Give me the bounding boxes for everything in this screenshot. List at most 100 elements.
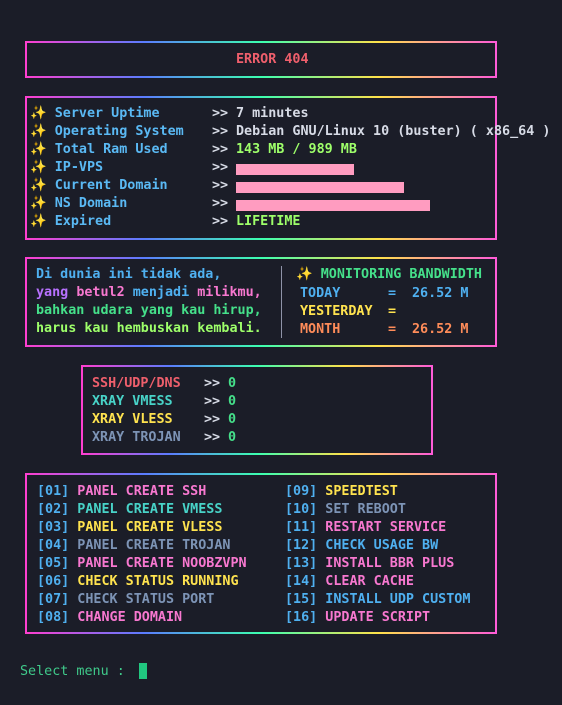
- sysinfo-arrow: >>: [212, 160, 229, 175]
- bandwidth-label: YESTERDAY: [300, 304, 373, 319]
- sysinfo-row: ✨ Operating System: [30, 124, 184, 139]
- sysinfo-arrow: >>: [212, 142, 229, 157]
- sysinfo-value: 7 minutes: [236, 106, 309, 121]
- quote-line: yang betul2 menjadi milikmu,: [36, 285, 262, 300]
- menu-item[interactable]: [01] PANEL CREATE SSH: [37, 484, 206, 499]
- menu-item[interactable]: [11] RESTART SERVICE: [285, 520, 446, 535]
- account-count: 0: [228, 430, 237, 445]
- menu-item-label: CHECK STATUS RUNNING: [69, 574, 239, 589]
- menu-item-label: PANEL CREATE NOOBZVPN: [69, 556, 247, 571]
- sysinfo-arrow: >>: [212, 178, 229, 193]
- bandwidth-eq: =: [388, 286, 397, 301]
- bandwidth-eq: =: [388, 322, 397, 337]
- bandwidth-title: ✨ MONITORING BANDWIDTH: [296, 267, 482, 282]
- redacted-value: [236, 164, 354, 175]
- quote-part: menjadi: [124, 285, 198, 300]
- menu-item[interactable]: [05] PANEL CREATE NOOBZVPN: [37, 556, 247, 571]
- sysinfo-label: Total Ram Used: [46, 142, 168, 157]
- menu-item-label: CHECK USAGE BW: [317, 538, 439, 553]
- bandwidth-value: 26.52 M: [412, 322, 469, 337]
- account-arrow: >>: [204, 376, 221, 391]
- menu-item-label: RESTART SERVICE: [317, 520, 447, 535]
- sysinfo-row: ✨ Expired: [30, 214, 111, 229]
- sysinfo-label: NS Domain: [46, 196, 128, 211]
- bandwidth-eq: =: [388, 304, 397, 319]
- account-arrow: >>: [204, 430, 221, 445]
- quote-line: Di dunia ini tidak ada,: [36, 267, 222, 282]
- sysinfo-row: ✨ Total Ram Used: [30, 142, 168, 157]
- menu-item[interactable]: [15] INSTALL UDP CUSTOM: [285, 592, 470, 607]
- page-title: ERROR 404: [236, 52, 309, 67]
- menu-item[interactable]: [02] PANEL CREATE VMESS: [37, 502, 222, 517]
- menu-item-label: INSTALL BBR PLUS: [317, 556, 455, 571]
- menu-item[interactable]: [06] CHECK STATUS RUNNING: [37, 574, 239, 589]
- menu-item[interactable]: [16] UPDATE SCRIPT: [285, 610, 430, 625]
- account-count: 0: [228, 394, 237, 409]
- sparkles-icon: ✨: [30, 124, 47, 139]
- sparkles-icon: ✨: [30, 196, 47, 211]
- account-label: XRAY TROJAN: [92, 430, 181, 445]
- menu-item-label: UPDATE SCRIPT: [317, 610, 431, 625]
- menu-item[interactable]: [14] CLEAR CACHE: [285, 574, 414, 589]
- account-arrow: >>: [204, 394, 221, 409]
- sysinfo-value: 143 MB / 989 MB: [236, 142, 357, 157]
- menu-item-label: CHANGE DOMAIN: [69, 610, 183, 625]
- menu-item[interactable]: [03] PANEL CREATE VLESS: [37, 520, 222, 535]
- menu-item-label: INSTALL UDP CUSTOM: [317, 592, 471, 607]
- quote-part: betul2: [76, 285, 125, 300]
- sparkles-icon: ✨: [30, 106, 47, 121]
- sysinfo-label: Current Domain: [46, 178, 168, 193]
- menu-item-number: [09]: [285, 484, 318, 499]
- menu-item-number: [03]: [37, 520, 70, 535]
- bandwidth-label: MONTH: [300, 322, 341, 337]
- menu-item-number: [05]: [37, 556, 70, 571]
- account-label: SSH/UDP/DNS: [92, 376, 181, 391]
- account-arrow: >>: [204, 412, 221, 427]
- sysinfo-row: ✨ NS Domain: [30, 196, 127, 211]
- sysinfo-row: ✨ Current Domain: [30, 178, 168, 193]
- account-label: XRAY VMESS: [92, 394, 173, 409]
- sysinfo-row: ✨ Server Uptime: [30, 106, 160, 121]
- bandwidth-label: TODAY: [300, 286, 341, 301]
- quote-line: bahkan udara yang kau hirup,: [36, 303, 262, 318]
- bandwidth-value: 26.52 M: [412, 286, 469, 301]
- sysinfo-arrow: >>: [212, 196, 229, 211]
- menu-item-label: CLEAR CACHE: [317, 574, 414, 589]
- sparkles-icon: ✨: [30, 142, 47, 157]
- sysinfo-arrow: >>: [212, 106, 229, 121]
- sysinfo-value: Debian GNU/Linux 10 (buster) ( x86_64 ): [236, 124, 551, 139]
- menu-item[interactable]: [04] PANEL CREATE TROJAN: [37, 538, 231, 553]
- menu-item-number: [13]: [285, 556, 318, 571]
- quote-line: harus kau hembuskan kembali.: [36, 321, 262, 336]
- menu-item[interactable]: [10] SET REBOOT: [285, 502, 406, 517]
- menu-item[interactable]: [07] CHECK STATUS PORT: [37, 592, 214, 607]
- menu-item-label: SPEEDTEST: [317, 484, 398, 499]
- menu-item-number: [14]: [285, 574, 318, 589]
- account-label: XRAY VLESS: [92, 412, 173, 427]
- menu-item[interactable]: [12] CHECK USAGE BW: [285, 538, 438, 553]
- menu-item[interactable]: [13] INSTALL BBR PLUS: [285, 556, 454, 571]
- menu-item-number: [11]: [285, 520, 318, 535]
- menu-item-number: [01]: [37, 484, 70, 499]
- redacted-value: [236, 182, 404, 193]
- account-count: 0: [228, 376, 237, 391]
- menu-item-number: [07]: [37, 592, 70, 607]
- sysinfo-label: Expired: [46, 214, 112, 229]
- sysinfo-row: ✨ IP-VPS: [30, 160, 103, 175]
- menu-item[interactable]: [08] CHANGE DOMAIN: [37, 610, 182, 625]
- menu-item-number: [12]: [285, 538, 318, 553]
- sparkles-icon: ✨: [30, 160, 47, 175]
- menu-item[interactable]: [09] SPEEDTEST: [285, 484, 398, 499]
- input-cursor[interactable]: [139, 663, 147, 679]
- sysinfo-label: Server Uptime: [46, 106, 160, 121]
- sysinfo-value: LIFETIME: [236, 214, 301, 229]
- menu-item-number: [15]: [285, 592, 318, 607]
- redacted-value: [236, 200, 430, 211]
- sysinfo-arrow: >>: [212, 214, 229, 229]
- quote-part: milikmu,: [197, 285, 262, 300]
- sparkles-icon: ✨: [30, 178, 47, 193]
- menu-item-number: [08]: [37, 610, 70, 625]
- menu-item-label: PANEL CREATE SSH: [69, 484, 207, 499]
- bandwidth-title-text: MONITORING BANDWIDTH: [312, 267, 482, 282]
- menu-item-number: [02]: [37, 502, 70, 517]
